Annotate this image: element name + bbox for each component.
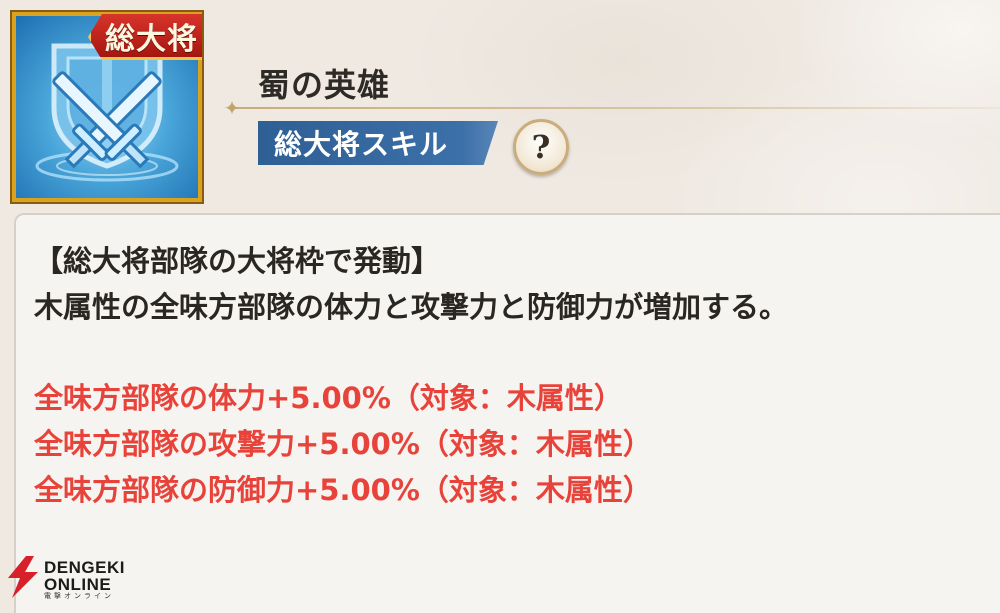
divider-ornament-icon: ✦ bbox=[223, 96, 241, 120]
dengeki-online-watermark: DENGEKI ONLINE 電撃オンライン bbox=[4, 556, 129, 600]
effect-line-hp: 全味方部隊の体力+5.00%（対象：木属性） bbox=[34, 381, 623, 415]
effect-line-attack: 全味方部隊の攻撃力+5.00%（対象：木属性） bbox=[34, 427, 652, 461]
effect-line-defense: 全味方部隊の防御力+5.00%（対象：木属性） bbox=[34, 473, 652, 507]
question-mark-icon: ? bbox=[531, 128, 551, 166]
skill-type-tag: 総大将スキル bbox=[258, 121, 498, 165]
lightning-bolt-icon bbox=[8, 556, 38, 598]
rank-badge: 総大将 bbox=[88, 14, 202, 60]
skill-summary: 木属性の全味方部隊の体力と攻撃力と防御力が増加する。 bbox=[34, 290, 789, 324]
help-button[interactable]: ? bbox=[513, 119, 569, 175]
title-divider bbox=[236, 107, 1000, 109]
activation-condition: 【総大将部隊の大将枠で発動】 bbox=[34, 244, 441, 278]
skill-title: 蜀の英雄 bbox=[258, 66, 391, 104]
